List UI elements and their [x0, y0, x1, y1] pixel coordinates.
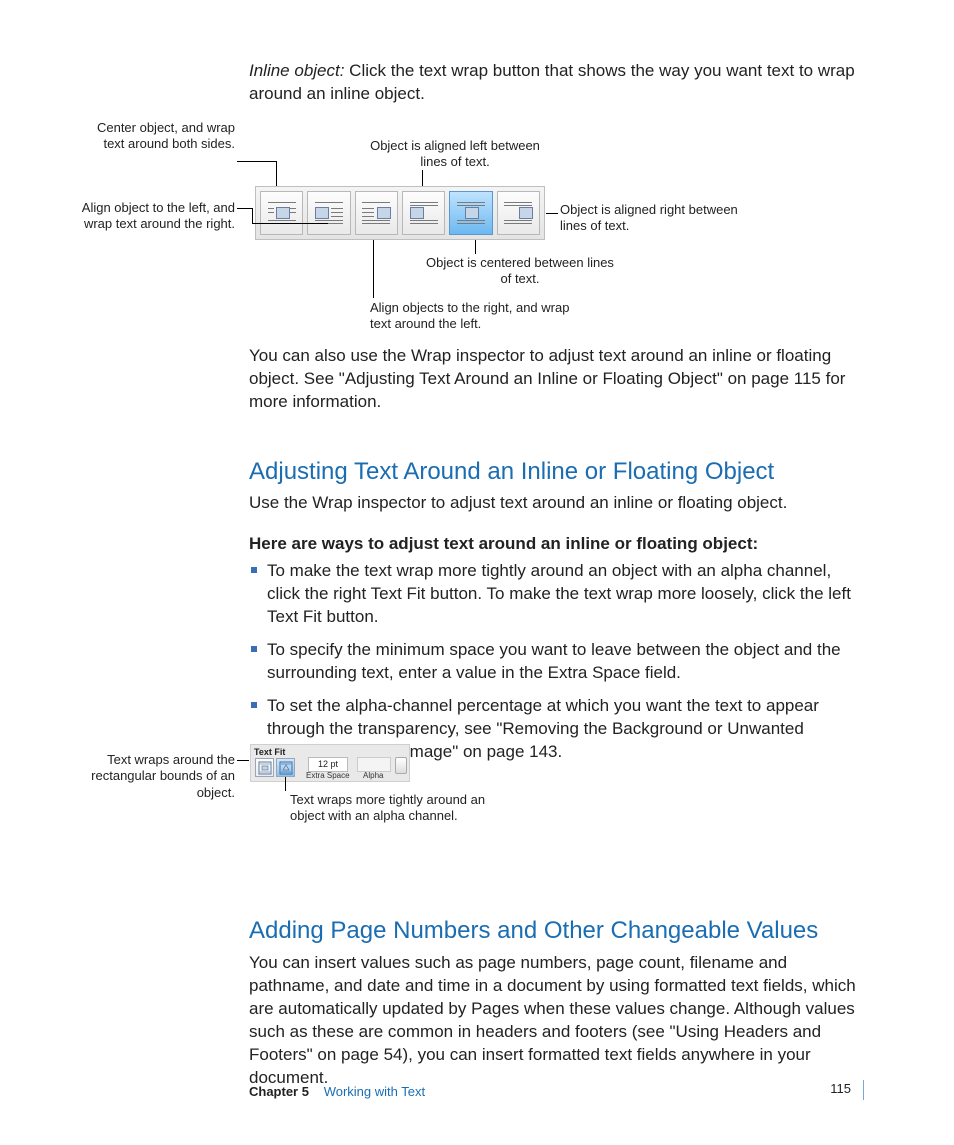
alpha-label: Alpha [363, 771, 383, 782]
section2-body: You can insert values such as page numbe… [249, 952, 864, 1090]
footer-page-number: 115 [830, 1080, 851, 1098]
text-fit-rect-button[interactable] [255, 758, 274, 777]
intro-paragraph: Inline object: Click the text wrap butto… [249, 60, 864, 106]
figure-text-fit: Text Fit 12 pt Extra Space Alpha Text wr… [80, 744, 580, 834]
wrap-inline-center-icon [457, 202, 485, 224]
wrap-inline-left-icon [410, 202, 438, 224]
text-fit-panel: Text Fit 12 pt Extra Space Alpha [250, 744, 410, 782]
wrap-right-button[interactable] [355, 191, 398, 235]
footer-chapter-title: Working with Text [324, 1084, 425, 1099]
figure-wrap-buttons: Center object, and wrap text around both… [80, 120, 880, 335]
caption-center-both: Center object, and wrap text around both… [75, 120, 235, 153]
wrap-center-both-icon [268, 202, 296, 224]
text-fit-rect-icon [258, 761, 272, 775]
wrap-right-icon [362, 202, 390, 224]
text-fit-alpha-icon [279, 761, 293, 775]
wrap-inline-right-icon [504, 202, 532, 224]
wrap-inline-left-button[interactable] [402, 191, 445, 235]
extra-space-label: Extra Space [306, 771, 350, 782]
section1-sub: Use the Wrap inspector to adjust text ar… [249, 492, 864, 515]
bullet-item: To make the text wrap more tightly aroun… [249, 560, 864, 629]
alpha-field[interactable] [357, 757, 391, 772]
caption-align-left: Align object to the left, and wrap text … [75, 200, 235, 233]
section2-heading: Adding Page Numbers and Other Changeable… [249, 915, 864, 947]
section1-bold-lead: Here are ways to adjust text around an i… [249, 533, 864, 556]
wrap-toolbar [255, 186, 545, 240]
section1-bullets: To make the text wrap more tightly aroun… [249, 560, 864, 764]
intro-lead: Inline object: [249, 61, 344, 80]
caption-fit-below: Text wraps more tightly around an object… [290, 792, 520, 825]
caption-fit-left: Text wraps around the rectangular bounds… [65, 752, 235, 801]
wrap-left-icon [315, 202, 343, 224]
extra-space-field[interactable]: 12 pt [308, 757, 348, 772]
text-fit-alpha-button[interactable] [276, 758, 295, 777]
after-fig1-paragraph: You can also use the Wrap inspector to a… [249, 345, 864, 414]
caption-align-right: Align objects to the right, and wrap tex… [370, 300, 590, 333]
section1-heading: Adjusting Text Around an Inline or Float… [249, 456, 864, 488]
caption-obj-centered: Object is centered between lines of text… [420, 255, 620, 288]
footer-chapter: Chapter 5 [249, 1084, 309, 1099]
wrap-inline-center-button[interactable] [449, 191, 492, 235]
alpha-stepper[interactable] [395, 757, 407, 774]
caption-obj-right: Object is aligned right between lines of… [560, 202, 740, 235]
text-fit-title: Text Fit [254, 746, 285, 758]
page-footer: Chapter 5 Working with Text 115 [249, 1080, 864, 1100]
wrap-inline-right-button[interactable] [497, 191, 540, 235]
bullet-item: To specify the minimum space you want to… [249, 639, 864, 685]
wrap-center-both-button[interactable] [260, 191, 303, 235]
caption-obj-left: Object is aligned left between lines of … [370, 138, 540, 171]
wrap-left-button[interactable] [307, 191, 350, 235]
